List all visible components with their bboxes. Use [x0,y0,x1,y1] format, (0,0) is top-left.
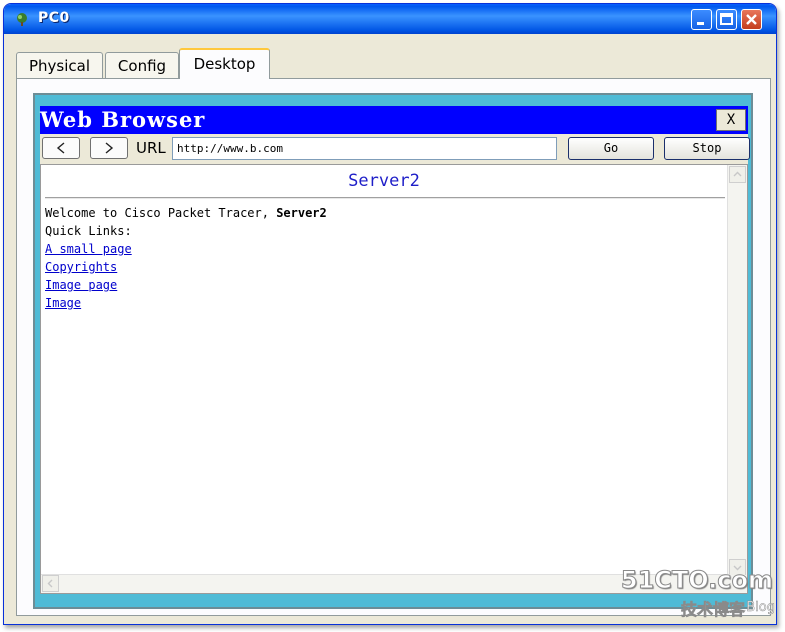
close-window-button[interactable] [741,9,762,30]
watermark-subtitle: 技术博客 [680,600,746,620]
desktop-panel: Web Browser X URL Go Stop Serve [16,78,771,616]
tab-desktop[interactable]: Desktop [179,48,270,79]
heading-divider [45,197,725,199]
quick-links-label: Quick Links: [45,224,132,238]
maximize-button[interactable] [716,9,737,30]
stop-button[interactable]: Stop [664,137,750,160]
go-button[interactable]: Go [568,137,654,160]
scroll-up-button[interactable] [729,166,746,183]
browser-close-button[interactable]: X [716,109,746,131]
link-image-page[interactable]: Image page [45,276,327,294]
forward-button[interactable] [90,137,128,159]
watermark-blog: Blog [746,600,775,616]
pc0-window: PC0 Physical Config Desktop Web Browser … [3,3,777,625]
browser-content[interactable]: Server2 Welcome to Cisco Packet Tracer, … [40,164,748,594]
title-bar[interactable]: PC0 [4,4,776,34]
watermark-site: 51CTO.com [620,566,773,595]
minimize-icon [697,22,704,25]
packet-tracer-pc-icon [17,13,27,26]
site-watermark: 51CTO.com 技术博客 Blog [620,566,777,624]
welcome-text: Welcome to Cisco Packet Tracer, [45,206,277,220]
desktop-frame: Web Browser X URL Go Stop Serve [33,93,753,609]
page-body: Welcome to Cisco Packet Tracer, Server2 … [45,204,327,312]
browser-title: Web Browser [40,107,206,132]
url-input[interactable] [172,137,557,160]
minimize-button[interactable] [691,9,712,30]
link-image[interactable]: Image [45,294,327,312]
chevron-left-icon [47,579,53,588]
chevron-up-icon [733,171,742,177]
forward-arrow-icon [105,142,114,154]
link-small-page[interactable]: A small page [45,240,327,258]
tab-physical[interactable]: Physical [16,52,103,78]
web-browser-window: Web Browser X URL Go Stop Serve [40,106,750,594]
page-heading: Server2 [348,171,420,191]
tab-config[interactable]: Config [105,52,179,78]
maximize-icon [720,13,733,25]
browser-toolbar: URL Go Stop [40,134,750,164]
close-icon [746,14,757,25]
back-button[interactable] [42,137,80,159]
welcome-line: Welcome to Cisco Packet Tracer, Server2 [45,204,327,222]
back-arrow-icon [56,142,65,154]
welcome-server-name: Server2 [276,206,327,220]
vertical-scrollbar[interactable] [727,165,747,577]
url-label: URL [136,139,166,157]
scroll-left-button[interactable] [42,575,59,592]
link-copyrights[interactable]: Copyrights [45,258,327,276]
window-title: PC0 [38,10,70,26]
browser-title-bar: Web Browser X [40,106,748,134]
